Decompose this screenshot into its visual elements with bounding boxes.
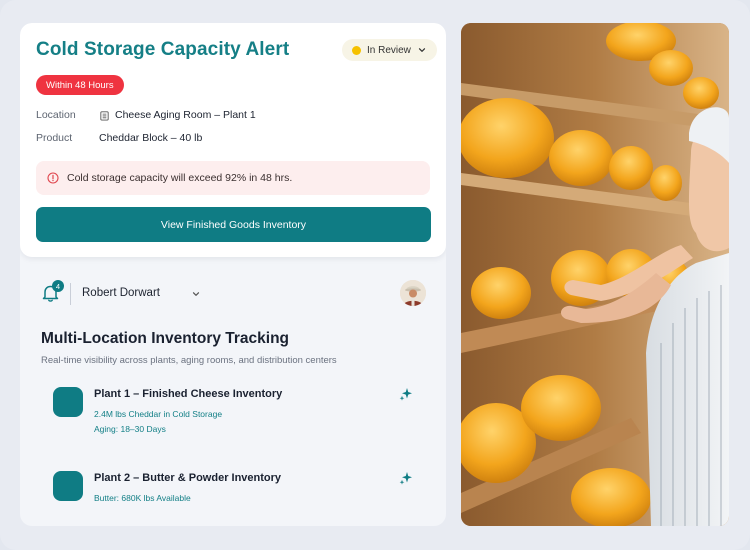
alert-card: Cold Storage Capacity Alert In Review Wi…	[20, 23, 446, 257]
warning-text: Cold storage capacity will exceed 92% in…	[67, 172, 293, 184]
alert-circle-icon	[47, 172, 59, 184]
status-dot	[352, 45, 361, 55]
avatar[interactable]	[400, 280, 426, 306]
location-detail: 2.4M lbs Cheddar in Cold Storage	[94, 409, 223, 419]
divider	[70, 283, 71, 305]
user-name[interactable]: Robert Dorwart	[82, 287, 160, 299]
location-icon	[53, 387, 83, 417]
section-subtitle: Real-time visibility across plants, agin…	[41, 355, 337, 366]
view-inventory-button[interactable]: View Finished Goods Inventory	[36, 207, 431, 242]
location-title: Plant 2 – Butter & Powder Inventory	[94, 472, 282, 484]
chevron-down-icon[interactable]	[191, 289, 201, 299]
building-icon	[100, 110, 109, 121]
location-label: Location	[36, 109, 76, 121]
location-icon	[53, 471, 83, 501]
notifications-button[interactable]: 4	[40, 280, 64, 309]
section-title: Multi-Location Inventory Tracking	[41, 330, 290, 347]
product-value: Cheddar Block – 40 lb	[99, 132, 203, 144]
alert-title: Cold Storage Capacity Alert	[36, 39, 290, 60]
location-title: Plant 1 – Finished Cheese Inventory	[94, 388, 283, 400]
location-detail: Aging: 18–30 Days	[94, 424, 166, 434]
location-detail: Butter: 680K lbs Available	[94, 493, 191, 503]
chevron-down-icon	[418, 48, 426, 52]
location-value: Cheese Aging Room – Plant 1	[99, 109, 256, 121]
status-dropdown[interactable]: In Review	[342, 39, 437, 61]
sparkle-icon[interactable]	[399, 387, 413, 401]
sparkle-icon[interactable]	[399, 471, 413, 485]
product-label: Product	[36, 132, 73, 144]
cheese-storage-photo	[461, 23, 729, 526]
user-bar: 4 Robert Dorwart	[40, 280, 426, 308]
urgency-badge: Within 48 Hours	[36, 75, 124, 95]
left-panel: Cold Storage Capacity Alert In Review Wi…	[20, 23, 446, 526]
capacity-warning: Cold storage capacity will exceed 92% in…	[36, 161, 430, 195]
location-text: Cheese Aging Room – Plant 1	[115, 109, 256, 121]
notification-count: 4	[52, 280, 64, 292]
status-label: In Review	[367, 44, 411, 56]
app-frame: Cold Storage Capacity Alert In Review Wi…	[0, 0, 750, 550]
